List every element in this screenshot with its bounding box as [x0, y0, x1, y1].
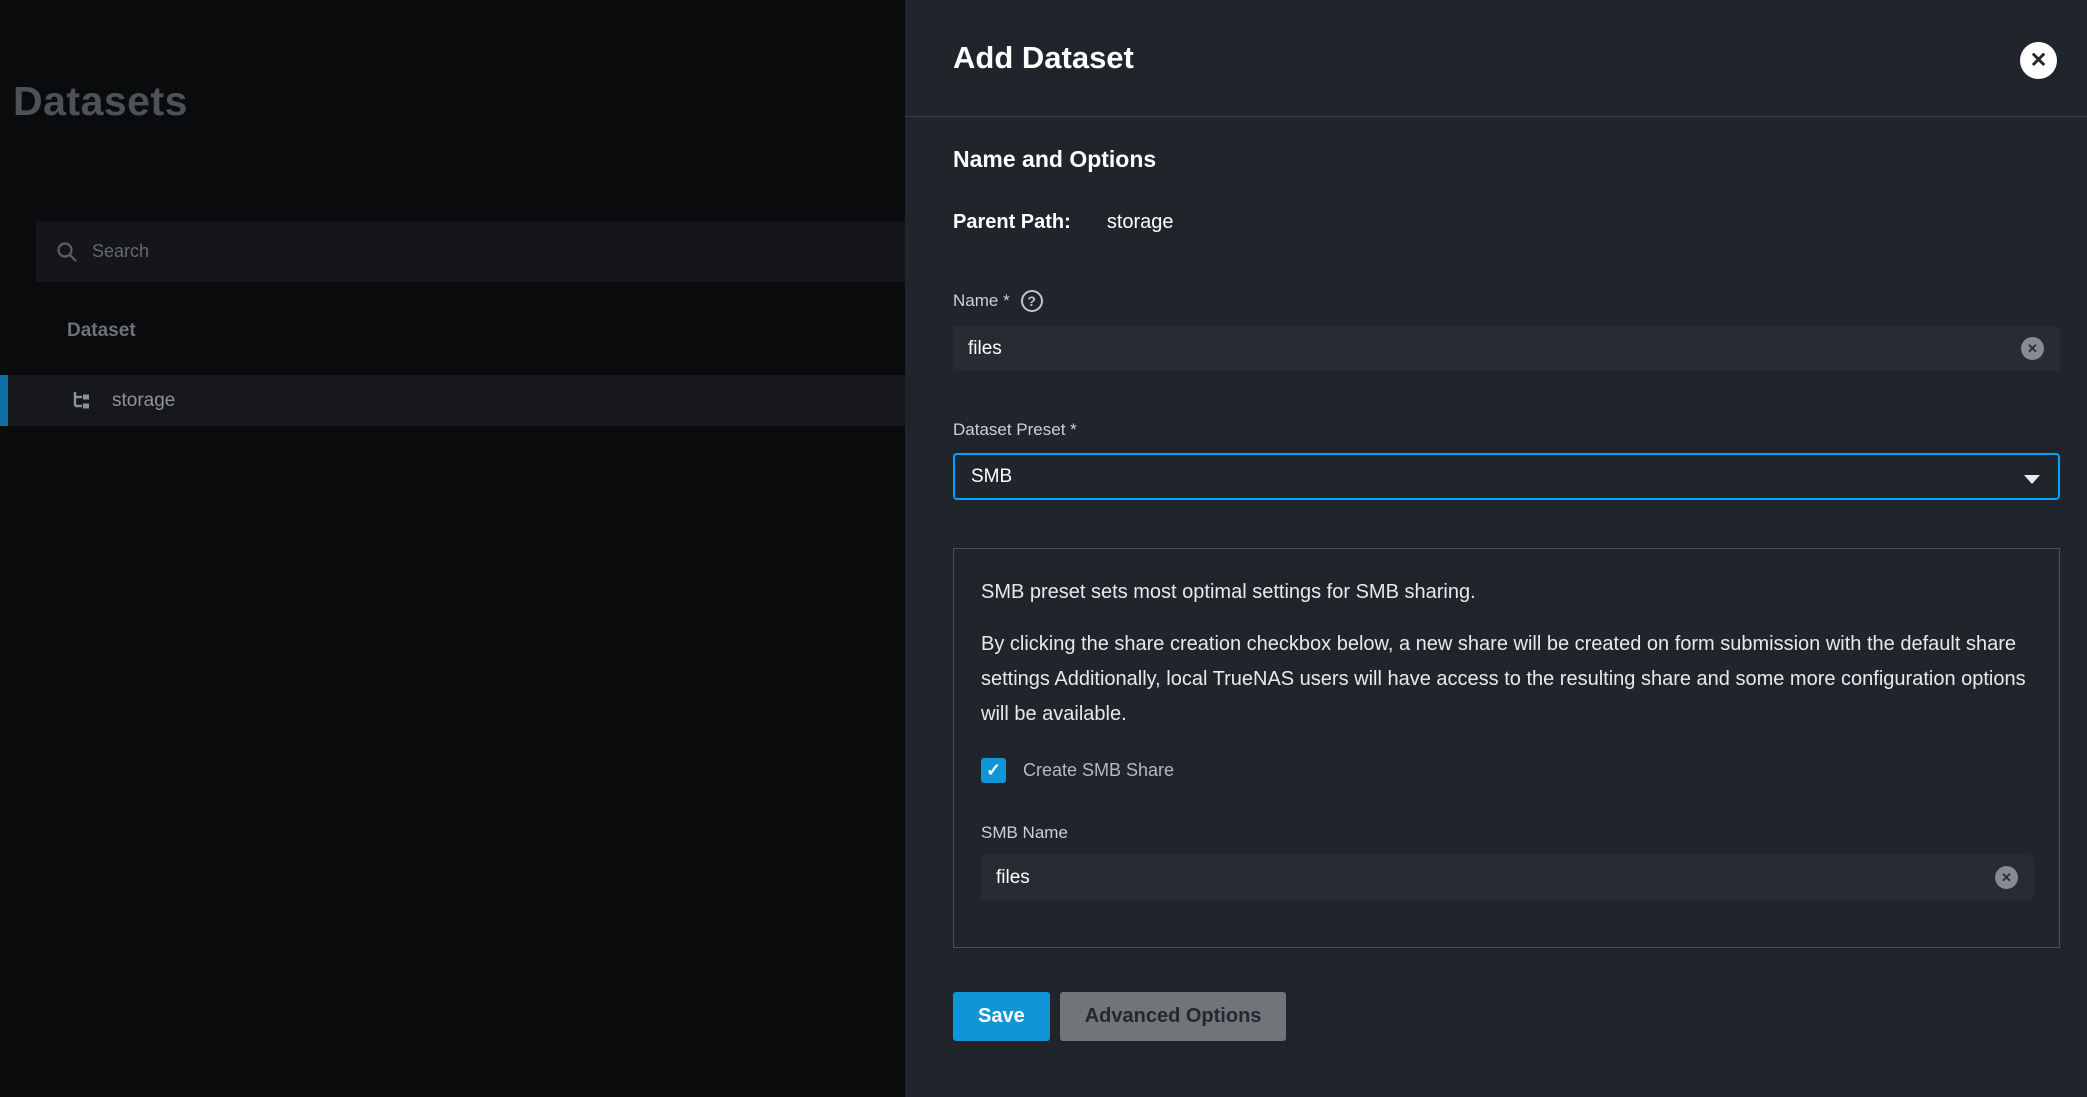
clear-name-icon[interactable]: ✕ — [2021, 337, 2044, 360]
parent-path-value: storage — [1107, 211, 1174, 233]
chevron-down-icon — [2024, 475, 2040, 484]
parent-path-label: Parent Path: — [953, 211, 1071, 233]
add-dataset-panel: Add Dataset ✕ Name and Options Parent Pa… — [905, 0, 2087, 1097]
selected-row-accent — [0, 375, 8, 426]
create-smb-share-label[interactable]: Create SMB Share — [1023, 760, 1174, 781]
name-field: Name * ? ✕ — [953, 290, 2060, 371]
preset-field: Dataset Preset * SMB — [953, 420, 2060, 500]
close-glyph: ✕ — [2030, 48, 2048, 73]
clear-smb-name-icon[interactable]: ✕ — [1995, 866, 2018, 889]
preset-selected-value: SMB — [971, 466, 1012, 488]
search-icon — [56, 241, 78, 263]
page-title: Datasets — [13, 78, 188, 125]
search-placeholder: Search — [92, 241, 149, 262]
dataset-tree-icon — [72, 391, 94, 411]
column-header-dataset: Dataset — [67, 320, 136, 342]
smb-name-label: SMB Name — [981, 823, 2032, 843]
check-icon: ✓ — [986, 760, 1001, 781]
create-smb-share-row: ✓ Create SMB Share — [981, 758, 2032, 783]
save-button[interactable]: Save — [953, 992, 1050, 1041]
create-smb-share-checkbox[interactable]: ✓ — [981, 758, 1006, 783]
help-glyph: ? — [1027, 293, 1036, 309]
clear-glyph: ✕ — [2001, 870, 2012, 886]
smb-name-input[interactable] — [981, 855, 2034, 900]
panel-header: Add Dataset ✕ — [905, 0, 2087, 117]
section-title: Name and Options — [953, 146, 1156, 173]
advanced-options-button[interactable]: Advanced Options — [1060, 992, 1287, 1041]
parent-path: Parent Path: storage — [953, 211, 1174, 234]
preset-field-label: Dataset Preset * — [953, 420, 1077, 440]
help-icon[interactable]: ? — [1021, 290, 1043, 312]
dataset-preset-select[interactable]: SMB — [953, 453, 2060, 500]
form-actions: Save Advanced Options — [953, 992, 1286, 1041]
name-input[interactable] — [953, 326, 2060, 371]
panel-title: Add Dataset — [953, 40, 1134, 76]
smb-info-line2: By clicking the share creation checkbox … — [981, 627, 2026, 732]
smb-preset-info-box: SMB preset sets most optimal settings fo… — [953, 548, 2060, 948]
screen: Datasets Search Dataset storage Add Data… — [0, 0, 2087, 1097]
dataset-row-label: storage — [112, 390, 175, 412]
search-input[interactable]: Search — [36, 221, 905, 282]
smb-info-line1: SMB preset sets most optimal settings fo… — [981, 581, 2032, 604]
clear-glyph: ✕ — [2027, 341, 2038, 357]
dataset-row-storage[interactable]: storage — [0, 375, 905, 426]
datasets-page: Datasets Search Dataset storage — [0, 0, 905, 1097]
name-field-label: Name * — [953, 291, 1010, 311]
close-icon[interactable]: ✕ — [2020, 42, 2057, 79]
